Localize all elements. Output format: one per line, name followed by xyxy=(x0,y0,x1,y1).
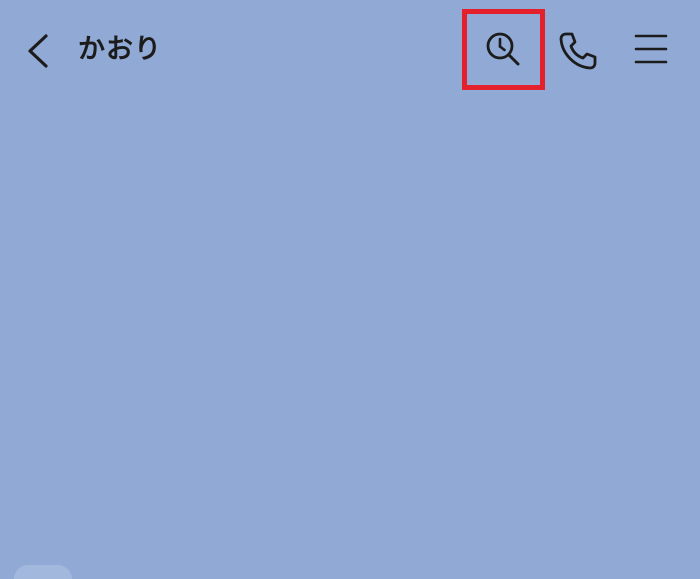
back-button[interactable] xyxy=(18,28,60,74)
chevron-left-icon xyxy=(28,34,48,68)
hamburger-menu-icon xyxy=(634,34,668,64)
background-decoration xyxy=(14,565,72,579)
clock-search-icon xyxy=(486,32,519,65)
call-button[interactable] xyxy=(556,29,600,73)
chat-title: かおり xyxy=(78,34,162,65)
menu-button[interactable] xyxy=(632,30,672,70)
phone-icon xyxy=(559,32,597,70)
history-search-button[interactable] xyxy=(462,9,545,90)
chat-screen: かおり xyxy=(0,0,700,579)
chat-header: かおり xyxy=(0,0,700,100)
